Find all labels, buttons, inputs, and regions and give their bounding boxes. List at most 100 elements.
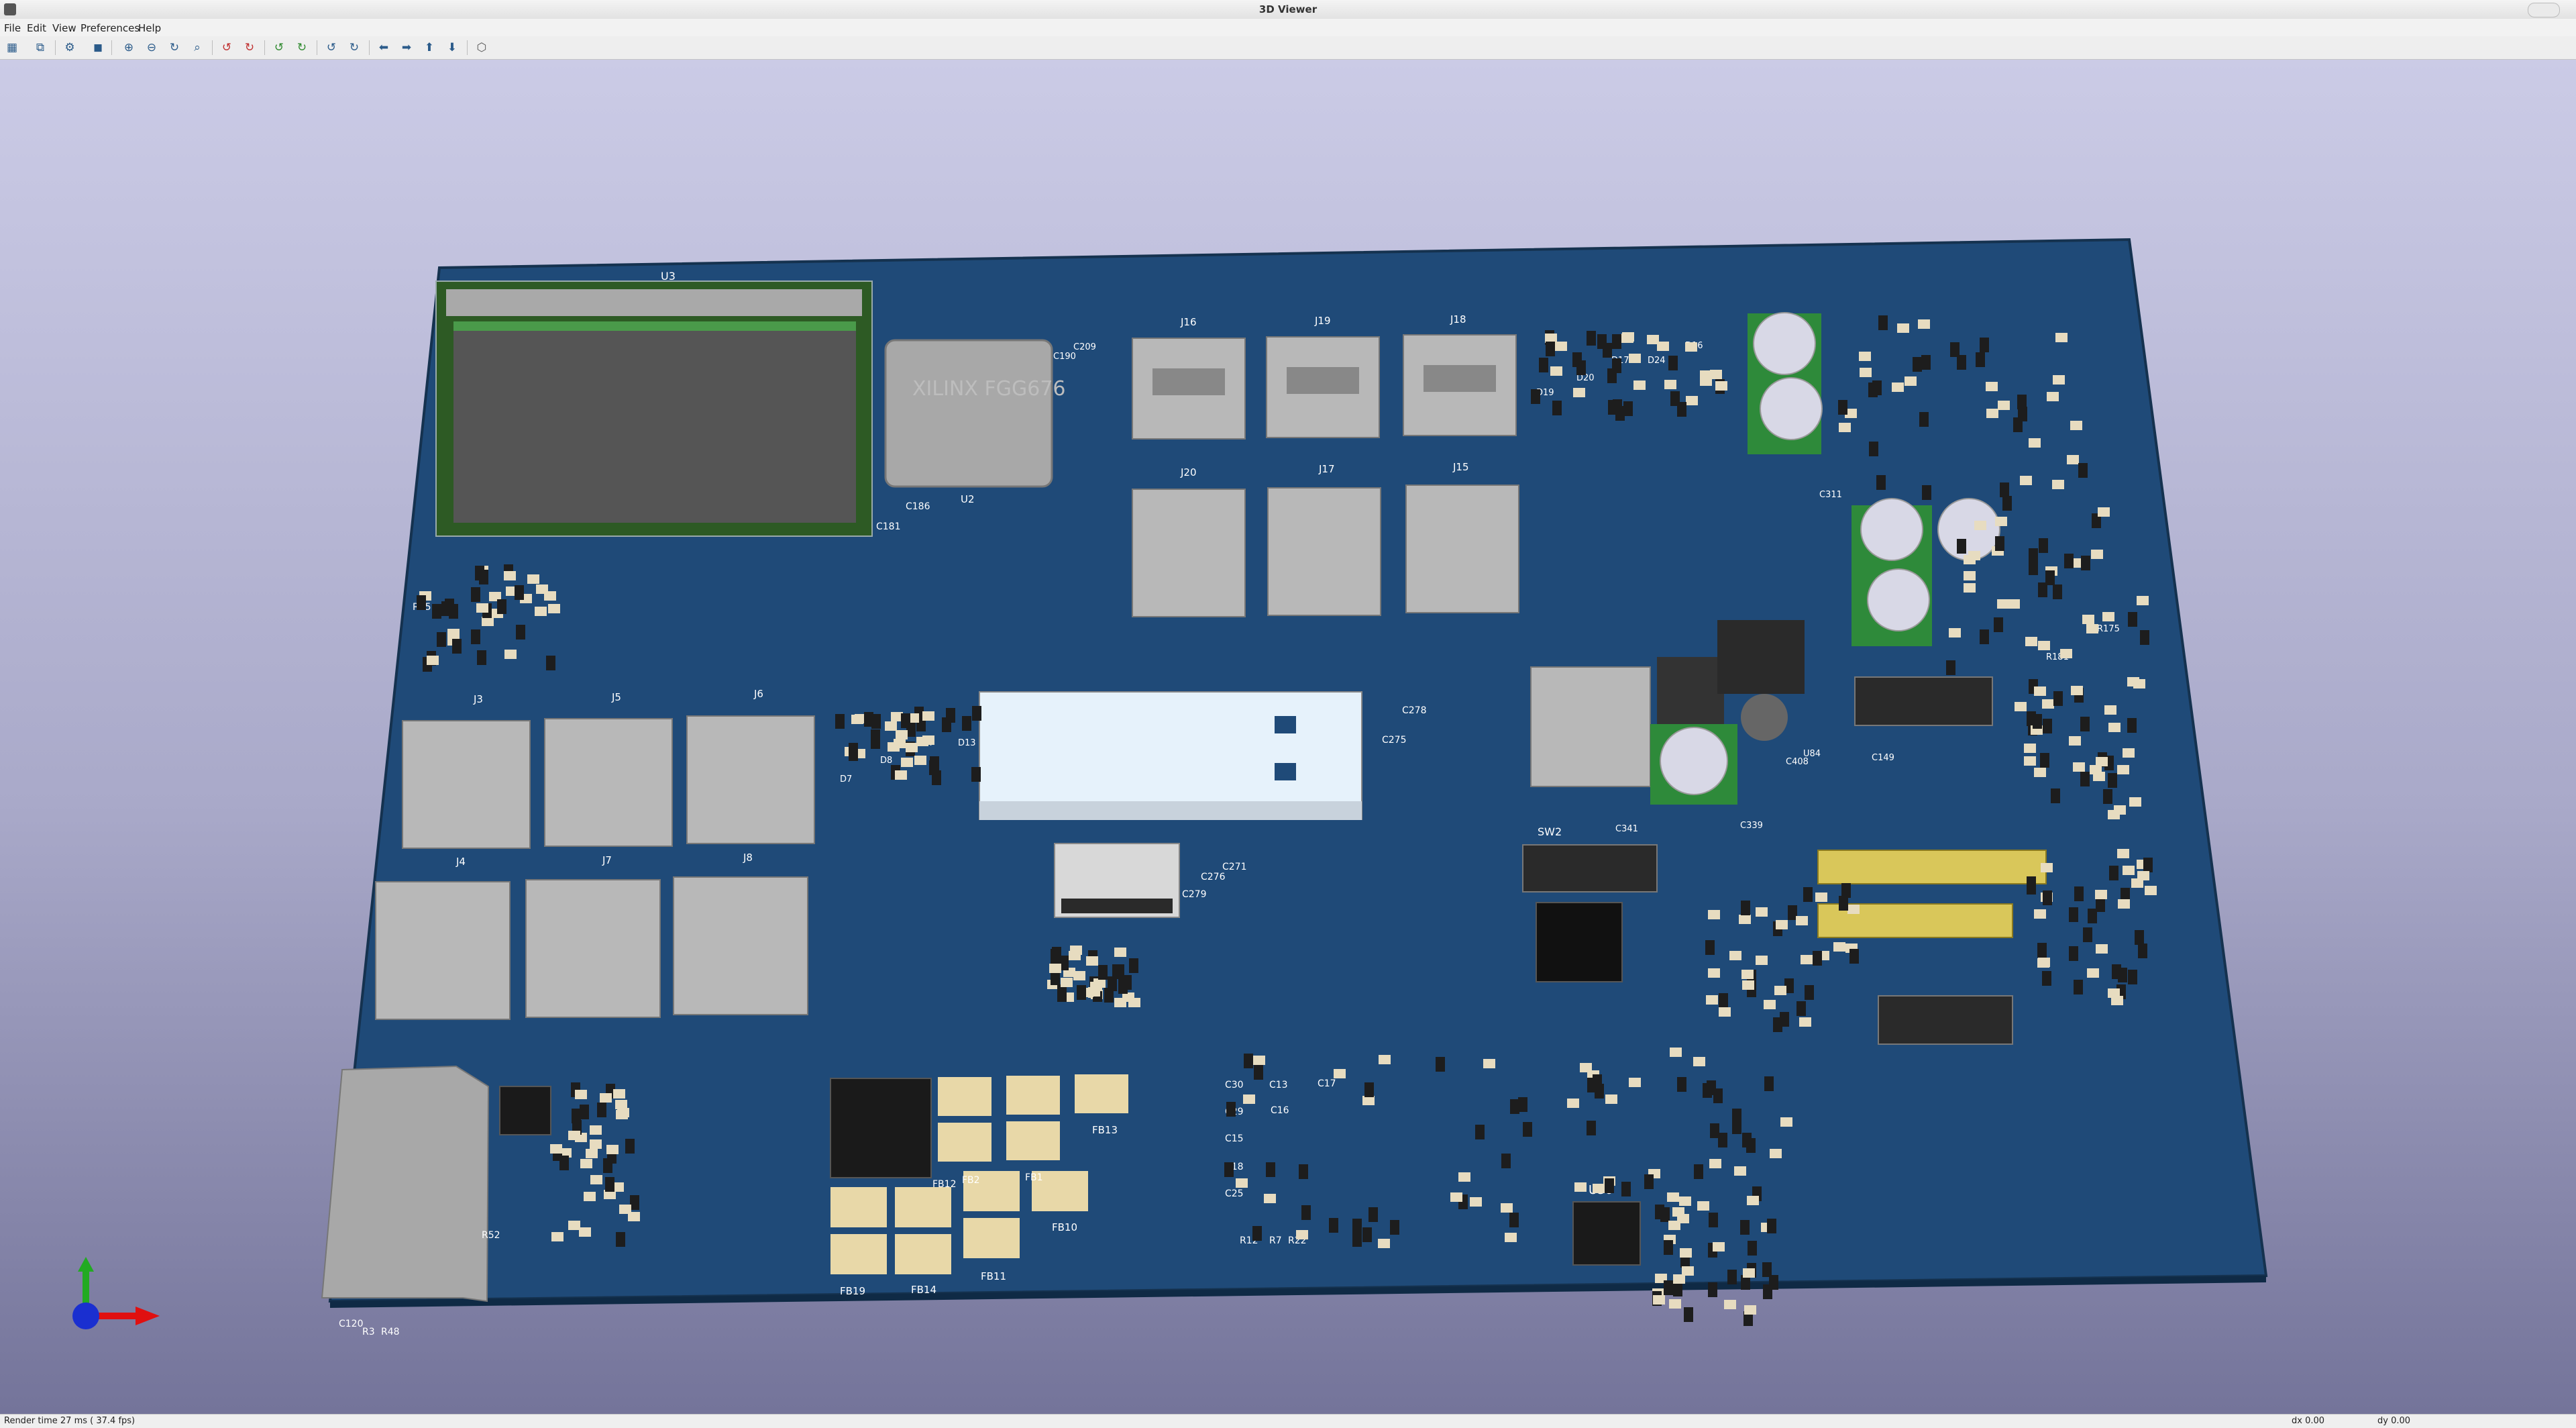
smd-part xyxy=(2117,849,2129,858)
smd-part xyxy=(2123,748,2135,758)
zoom-fit-icon[interactable]: ⌕ xyxy=(189,40,205,56)
label-c339: C339 xyxy=(1740,821,1763,831)
rotate-y-ccw-icon[interactable]: ↺ xyxy=(271,40,287,56)
smd-part xyxy=(2024,744,2036,753)
smd-part xyxy=(1546,342,1555,356)
label-j7: J7 xyxy=(602,854,612,866)
label-j8: J8 xyxy=(743,852,753,864)
smd-part xyxy=(1839,896,1848,911)
rotate-x-ccw-icon[interactable]: ↺ xyxy=(219,40,235,56)
pan-right-icon[interactable]: ➡ xyxy=(398,40,415,56)
smd-part xyxy=(1299,1164,1308,1179)
menu-help[interactable]: Help xyxy=(138,22,161,34)
3d-viewport[interactable]: U3 XILINX FGG676 U2 C186 C181 C190 C209 … xyxy=(0,60,2576,1414)
smd-part xyxy=(971,767,981,782)
menu-view[interactable]: View xyxy=(52,22,76,34)
status-bar: Render time 27 ms ( 37.4 fps) dx 0.00 dy… xyxy=(0,1414,2576,1428)
label-fb2: FB2 xyxy=(962,1175,980,1186)
label-r48: R48 xyxy=(381,1327,400,1337)
smd-part xyxy=(1301,1205,1311,1220)
smd-part xyxy=(616,1232,625,1247)
pcb-board-render[interactable]: U3 XILINX FGG676 U2 C186 C181 C190 C209 … xyxy=(0,60,2576,1414)
toolbar-separator xyxy=(111,40,112,55)
menu-preferences[interactable]: Preferences xyxy=(80,22,140,34)
smd-part xyxy=(1743,1268,1755,1278)
smd-part xyxy=(1664,1240,1673,1255)
smd-part xyxy=(1061,978,1073,987)
smd-part xyxy=(1362,1227,1372,1242)
smd-part xyxy=(2038,641,2050,650)
toggle-orthographic-icon[interactable]: ⬡ xyxy=(474,40,490,56)
smd-part xyxy=(1334,1069,1346,1078)
smd-part xyxy=(1708,968,1720,978)
smd-part xyxy=(2042,971,2051,986)
dx-readout: dx 0.00 xyxy=(2292,1416,2325,1426)
smd-part xyxy=(1980,338,1989,352)
smd-part xyxy=(482,617,494,626)
zoom-in-icon[interactable]: ⊕ xyxy=(121,40,137,56)
zoom-out-icon[interactable]: ⊖ xyxy=(144,40,160,56)
smd-part xyxy=(1329,1218,1338,1233)
smd-part xyxy=(1505,1233,1517,1242)
smd-part xyxy=(619,1205,631,1214)
smd-part xyxy=(1296,1230,1308,1239)
sfp-cage-j15 xyxy=(1405,484,1519,613)
menu-edit[interactable]: Edit xyxy=(27,22,46,34)
rotate-z-ccw-icon[interactable]: ↺ xyxy=(323,40,339,56)
smd-part xyxy=(1669,1299,1681,1309)
rotate-z-cw-icon[interactable]: ↻ xyxy=(346,40,362,56)
smd-part xyxy=(2034,686,2046,696)
smd-part xyxy=(1070,946,1082,955)
label-sw2: SW2 xyxy=(1538,825,1562,838)
smd-part xyxy=(2045,570,2055,585)
pan-down-icon[interactable]: ⬇ xyxy=(444,40,460,56)
smd-part xyxy=(1998,401,2010,410)
smd-part xyxy=(2040,753,2049,768)
smd-part xyxy=(579,1227,591,1237)
smd-part xyxy=(1518,1097,1527,1112)
pan-left-icon[interactable]: ⬅ xyxy=(376,40,392,56)
smd-part xyxy=(1968,551,1980,560)
smd-part xyxy=(1709,1213,1718,1227)
smd-part xyxy=(1747,1196,1759,1205)
smd-part xyxy=(1922,485,1931,500)
smd-part xyxy=(452,639,462,654)
reload-board-icon[interactable]: ▦ xyxy=(4,40,20,56)
smd-part xyxy=(1550,366,1562,376)
render-quality-icon[interactable]: ◼ xyxy=(90,40,106,56)
smd-part xyxy=(2087,968,2099,978)
smd-part xyxy=(1368,1207,1378,1222)
rotate-x-cw-icon[interactable]: ↻ xyxy=(241,40,258,56)
toolbar-separator xyxy=(55,40,56,55)
smd-part xyxy=(1740,1220,1750,1235)
smd-part xyxy=(1501,1154,1511,1168)
smd-part xyxy=(1700,376,1712,386)
label-c341: C341 xyxy=(1615,824,1638,834)
smd-part xyxy=(1458,1172,1470,1182)
smd-part xyxy=(1796,1001,1806,1016)
smd-part xyxy=(2127,677,2139,686)
smd-part xyxy=(2118,899,2130,909)
smd-part xyxy=(606,1145,619,1154)
smd-part xyxy=(2138,944,2147,958)
smd-part xyxy=(1501,1203,1513,1213)
smd-part xyxy=(1680,1248,1692,1258)
rotate-y-cw-icon[interactable]: ↻ xyxy=(294,40,310,56)
render-options-icon[interactable]: ⚙ xyxy=(62,40,78,56)
zoom-redraw-icon[interactable]: ↻ xyxy=(166,40,182,56)
smd-part xyxy=(2052,480,2064,489)
toolbar-separator xyxy=(212,40,213,55)
smd-part xyxy=(1724,1300,1736,1309)
label-j19: J19 xyxy=(1314,315,1331,327)
pan-up-icon[interactable]: ⬆ xyxy=(421,40,437,56)
smd-part xyxy=(1573,388,1585,397)
window-controls-button[interactable] xyxy=(2528,3,2560,17)
smd-part xyxy=(1684,1307,1693,1322)
menu-file[interactable]: File xyxy=(4,22,21,34)
smd-part xyxy=(1919,412,1929,427)
label-c276: C276 xyxy=(1201,872,1226,882)
smd-part xyxy=(630,1195,639,1210)
label-fb10: FB10 xyxy=(1052,1221,1077,1233)
copy-image-icon[interactable]: ⧉ xyxy=(32,40,48,56)
label-c271: C271 xyxy=(1222,862,1247,872)
